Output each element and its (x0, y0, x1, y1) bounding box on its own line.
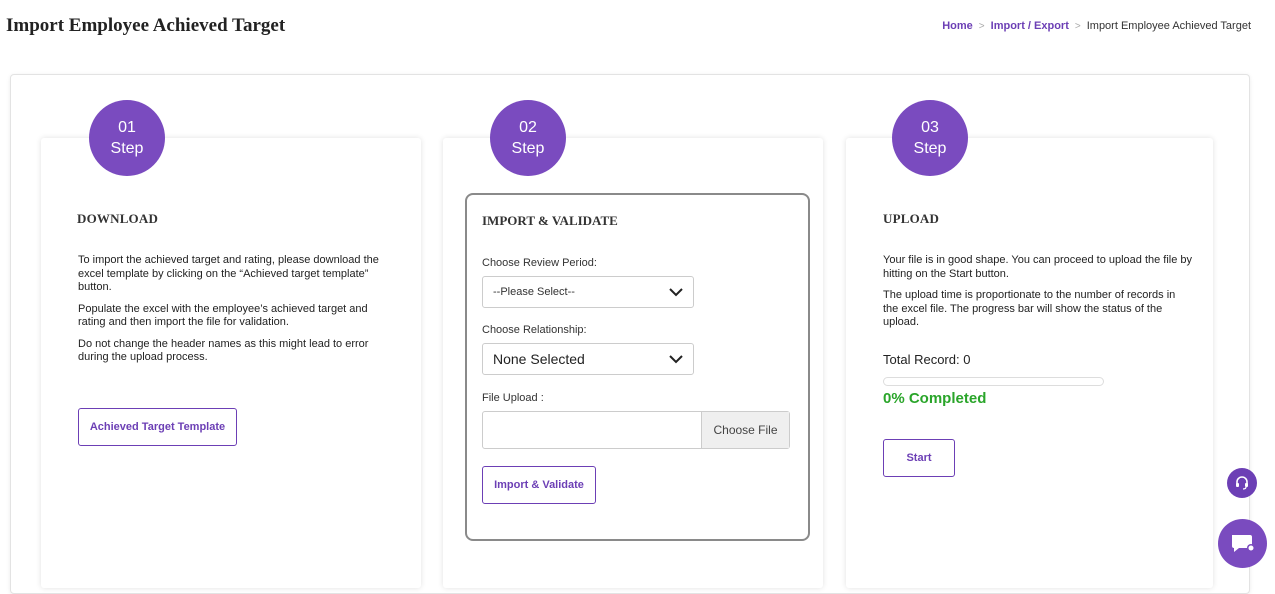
card-paragraph: The upload time is proportionate to the … (883, 289, 1176, 328)
relationship-value: None Selected (493, 351, 585, 367)
page-title: Import Employee Achieved Target (6, 15, 286, 36)
card-paragraph: To import the achieved target and rating… (78, 254, 379, 293)
step-card-upload: UPLOAD Your file is in good shape. You c… (846, 138, 1213, 588)
start-button[interactable]: Start (883, 439, 955, 477)
breadcrumb-home[interactable]: Home (942, 20, 973, 32)
file-name-area[interactable] (483, 412, 701, 448)
card-description: Your file is in good shape. You can proc… (883, 254, 1193, 338)
upload-progress-bar (883, 377, 1104, 386)
chevron-down-icon (669, 355, 683, 364)
total-record-count: Total Record: 0 (883, 352, 971, 367)
achieved-target-template-button[interactable]: Achieved Target Template (78, 408, 237, 446)
card-heading: UPLOAD (883, 211, 940, 226)
step-label: Step (913, 140, 947, 157)
import-validate-form: IMPORT & VALIDATE Choose Review Period: … (465, 193, 810, 541)
completed-status: 0% Completed (883, 390, 987, 407)
review-period-select[interactable]: --Please Select-- (482, 276, 694, 308)
relationship-label: Choose Relationship: (482, 324, 587, 336)
breadcrumb-separator-icon: > (978, 20, 985, 32)
headset-icon[interactable] (1227, 468, 1257, 498)
relationship-select[interactable]: None Selected (482, 343, 694, 375)
breadcrumb-current: Import Employee Achieved Target (1086, 20, 1251, 32)
card-heading: DOWNLOAD (77, 211, 159, 226)
headset-icon (1236, 476, 1248, 490)
card-paragraph: Do not change the header names as this m… (78, 337, 369, 364)
file-upload-label: File Upload : (482, 392, 544, 404)
chat-icon[interactable] (1218, 519, 1267, 568)
step-badge-1: 01 Step (89, 100, 165, 176)
review-period-label: Choose Review Period: (482, 257, 597, 269)
breadcrumb-separator-icon: > (1074, 20, 1081, 32)
chevron-down-icon (669, 288, 683, 297)
step-number: 01 (118, 119, 136, 136)
step-label: Step (511, 140, 545, 157)
review-period-value: --Please Select-- (493, 286, 575, 298)
card-paragraph: Your file is in good shape. You can proc… (883, 254, 1193, 280)
step-number: 02 (519, 119, 537, 136)
step-badge-3: 03 Step (892, 100, 968, 176)
breadcrumb: Home > Import / Export > Import Employee… (942, 20, 1251, 32)
card-paragraph: Populate the excel with the employee’s a… (78, 302, 368, 329)
step-label: Step (110, 140, 144, 157)
chat-icon (1231, 534, 1255, 552)
import-validate-button[interactable]: Import & Validate (482, 466, 596, 504)
card-heading: IMPORT & VALIDATE (482, 213, 618, 228)
breadcrumb-import-export[interactable]: Import / Export (991, 20, 1069, 32)
step-badge-2: 02 Step (490, 100, 566, 176)
file-upload-input[interactable]: Choose File (482, 411, 790, 449)
step-number: 03 (921, 119, 939, 136)
step-card-download: DOWNLOAD To import the achieved target a… (41, 138, 421, 588)
choose-file-button[interactable]: Choose File (701, 412, 789, 448)
card-description: To import the achieved target and rating… (78, 254, 393, 373)
